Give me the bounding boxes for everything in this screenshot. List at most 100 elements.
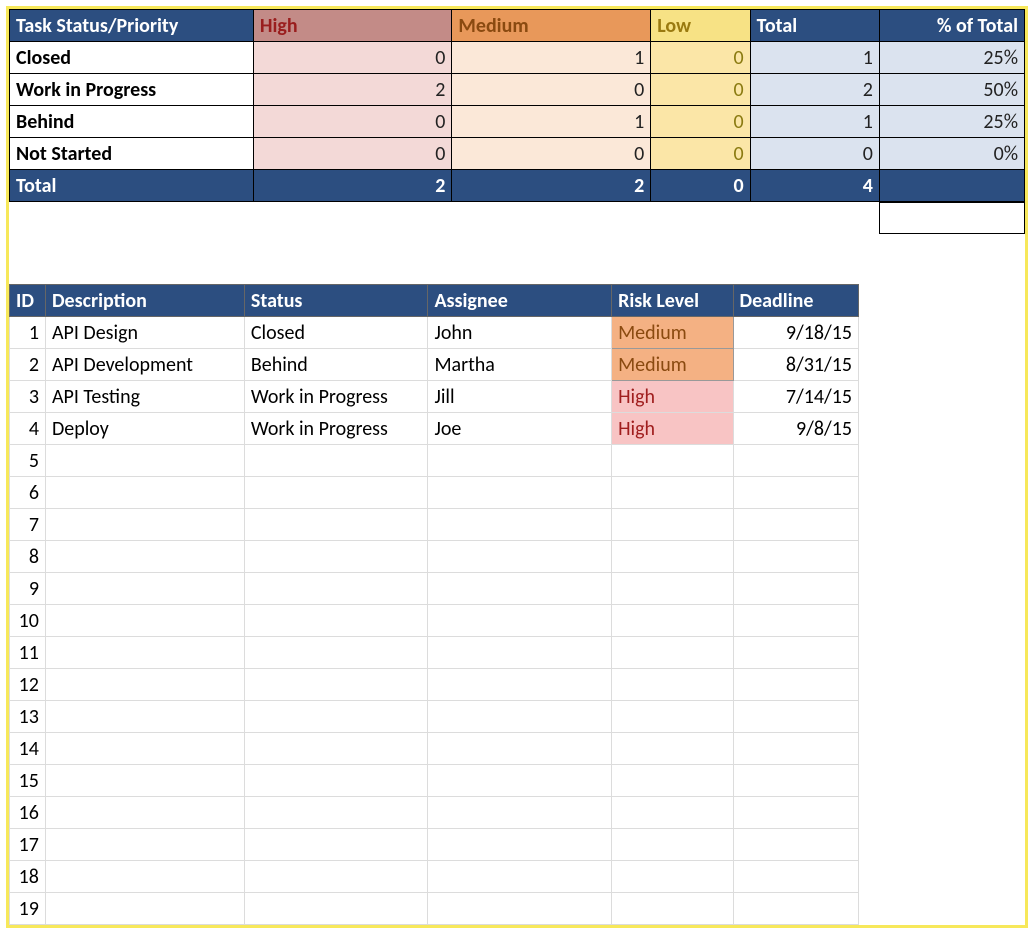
cell-risk[interactable]: Medium [612, 317, 733, 349]
cell-desc[interactable] [45, 637, 244, 669]
cell-risk[interactable] [612, 797, 733, 829]
cell-risk[interactable] [612, 733, 733, 765]
cell-risk[interactable] [612, 669, 733, 701]
cell-id[interactable]: 1 [10, 317, 46, 349]
cell-risk[interactable] [612, 477, 733, 509]
cell-id[interactable]: 3 [10, 381, 46, 413]
cell-status[interactable] [244, 669, 428, 701]
cell-assignee[interactable] [428, 509, 612, 541]
cell-id[interactable]: 2 [10, 349, 46, 381]
cell-status[interactable]: Not Started [10, 138, 254, 170]
cell-id[interactable]: 4 [10, 413, 46, 445]
cell-status[interactable] [244, 637, 428, 669]
cell-high[interactable]: 0 [253, 42, 452, 74]
cell-deadline[interactable]: 8/31/15 [733, 349, 859, 381]
cell-low[interactable]: 0 [651, 74, 750, 106]
cell-deadline[interactable] [733, 861, 859, 893]
cell-deadline[interactable]: 7/14/15 [733, 381, 859, 413]
cell-risk[interactable] [612, 893, 733, 925]
cell-status[interactable] [244, 893, 428, 925]
cell-deadline[interactable] [733, 733, 859, 765]
hdr-high[interactable]: High [253, 10, 452, 42]
cell-assignee[interactable] [428, 541, 612, 573]
cell-risk[interactable]: Medium [612, 349, 733, 381]
cell-id[interactable]: 9 [10, 573, 46, 605]
cell-desc[interactable]: API Testing [45, 381, 244, 413]
cell-low[interactable]: 0 [651, 106, 750, 138]
cell-deadline[interactable] [733, 669, 859, 701]
cell-total[interactable]: 1 [750, 106, 879, 138]
cell-id[interactable]: 16 [10, 797, 46, 829]
cell-deadline[interactable]: 9/18/15 [733, 317, 859, 349]
cell-total-total[interactable]: 4 [750, 170, 879, 202]
cell-risk[interactable] [612, 445, 733, 477]
cell-desc[interactable] [45, 829, 244, 861]
cell-assignee[interactable] [428, 605, 612, 637]
cell-medium[interactable]: 1 [452, 106, 651, 138]
cell-assignee[interactable] [428, 893, 612, 925]
cell-desc[interactable]: API Development [45, 349, 244, 381]
cell-total-low[interactable]: 0 [651, 170, 750, 202]
cell-assignee[interactable] [428, 669, 612, 701]
cell-desc[interactable]: API Design [45, 317, 244, 349]
cell-assignee[interactable] [428, 765, 612, 797]
cell-id[interactable]: 8 [10, 541, 46, 573]
cell-status[interactable] [244, 701, 428, 733]
cell-assignee[interactable] [428, 477, 612, 509]
cell-desc[interactable] [45, 701, 244, 733]
hdr-low[interactable]: Low [651, 10, 750, 42]
cell-risk[interactable] [612, 861, 733, 893]
cell-status[interactable] [244, 509, 428, 541]
cell-id[interactable]: 11 [10, 637, 46, 669]
cell-desc[interactable] [45, 445, 244, 477]
cell-assignee[interactable] [428, 637, 612, 669]
trailing-empty-cell[interactable] [879, 202, 1025, 234]
cell-total-label[interactable]: Total [10, 170, 254, 202]
cell-status[interactable] [244, 765, 428, 797]
cell-assignee[interactable] [428, 573, 612, 605]
cell-desc[interactable] [45, 669, 244, 701]
cell-deadline[interactable] [733, 445, 859, 477]
cell-status[interactable] [244, 477, 428, 509]
cell-desc[interactable] [45, 733, 244, 765]
cell-assignee[interactable] [428, 797, 612, 829]
cell-assignee[interactable] [428, 829, 612, 861]
cell-id[interactable]: 6 [10, 477, 46, 509]
cell-status[interactable]: Closed [244, 317, 428, 349]
cell-id[interactable]: 17 [10, 829, 46, 861]
cell-high[interactable]: 2 [253, 74, 452, 106]
cell-deadline[interactable]: 9/8/15 [733, 413, 859, 445]
cell-desc[interactable] [45, 573, 244, 605]
cell-desc[interactable] [45, 509, 244, 541]
cell-assignee[interactable]: Joe [428, 413, 612, 445]
cell-deadline[interactable] [733, 829, 859, 861]
cell-desc[interactable] [45, 893, 244, 925]
cell-id[interactable]: 19 [10, 893, 46, 925]
cell-status[interactable] [244, 445, 428, 477]
cell-total[interactable]: 1 [750, 42, 879, 74]
cell-id[interactable]: 15 [10, 765, 46, 797]
cell-status[interactable]: Behind [244, 349, 428, 381]
cell-high[interactable]: 0 [253, 106, 452, 138]
cell-medium[interactable]: 1 [452, 42, 651, 74]
th-risk[interactable]: Risk Level [612, 285, 733, 317]
cell-assignee[interactable]: Jill [428, 381, 612, 413]
cell-status[interactable] [244, 605, 428, 637]
cell-assignee[interactable] [428, 733, 612, 765]
cell-deadline[interactable] [733, 893, 859, 925]
th-assignee[interactable]: Assignee [428, 285, 612, 317]
cell-assignee[interactable]: Martha [428, 349, 612, 381]
cell-risk[interactable] [612, 605, 733, 637]
cell-high[interactable]: 0 [253, 138, 452, 170]
cell-total[interactable]: 0 [750, 138, 879, 170]
cell-low[interactable]: 0 [651, 42, 750, 74]
cell-status[interactable] [244, 573, 428, 605]
hdr-medium[interactable]: Medium [452, 10, 651, 42]
cell-status[interactable] [244, 733, 428, 765]
cell-total-pct[interactable] [879, 170, 1024, 202]
cell-risk[interactable] [612, 701, 733, 733]
cell-status[interactable]: Work in Progress [244, 381, 428, 413]
cell-desc[interactable] [45, 605, 244, 637]
cell-id[interactable]: 13 [10, 701, 46, 733]
cell-id[interactable]: 7 [10, 509, 46, 541]
